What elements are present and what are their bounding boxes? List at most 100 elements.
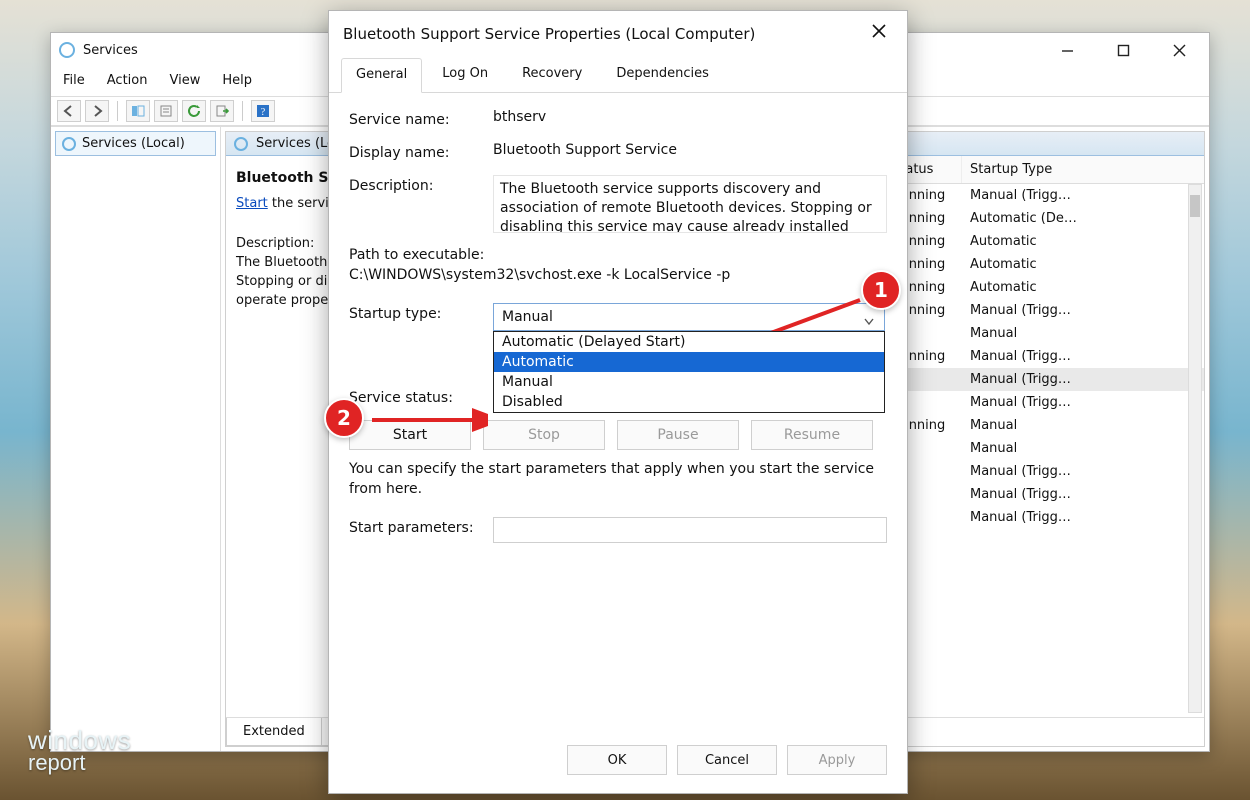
- menu-action[interactable]: Action: [105, 71, 150, 90]
- app-icon: [59, 42, 75, 58]
- tab-logon[interactable]: Log On: [428, 58, 502, 93]
- startup-type-selected: Manual: [502, 309, 553, 325]
- close-button[interactable]: [1165, 36, 1193, 64]
- gear-icon: [234, 137, 248, 151]
- table-row[interactable]: …RunningManual (Trigg…: [866, 345, 1204, 368]
- back-button[interactable]: [57, 100, 81, 122]
- table-row[interactable]: …RunningAutomatic: [866, 230, 1204, 253]
- menu-help[interactable]: Help: [220, 71, 254, 90]
- startup-option[interactable]: Disabled: [494, 392, 884, 412]
- tab-recovery[interactable]: Recovery: [508, 58, 596, 93]
- refresh-button[interactable]: [182, 100, 206, 122]
- ok-button[interactable]: OK: [567, 745, 667, 775]
- stop-button[interactable]: Stop: [483, 420, 605, 450]
- cell-startup: Manual (Trigg…: [962, 368, 1204, 391]
- cell-startup: Automatic: [962, 276, 1204, 299]
- help-button[interactable]: ?: [251, 100, 275, 122]
- cell-startup: Manual (Trigg…: [962, 299, 1204, 322]
- table-row[interactable]: …Manual (Trigg…: [866, 391, 1204, 414]
- properties-dialog: Bluetooth Support Service Properties (Lo…: [328, 10, 908, 794]
- chevron-down-icon: [864, 314, 874, 330]
- show-hide-tree-button[interactable]: [126, 100, 150, 122]
- nav-tree: Services (Local): [51, 127, 221, 751]
- table-row[interactable]: …Manual: [866, 437, 1204, 460]
- label-description: Description:: [349, 175, 477, 194]
- startup-option[interactable]: Automatic (Delayed Start): [494, 332, 884, 352]
- apply-button[interactable]: Apply: [787, 745, 887, 775]
- watermark: windows report: [28, 725, 131, 776]
- maximize-button[interactable]: [1109, 36, 1137, 64]
- cell-startup: Manual: [962, 437, 1204, 460]
- table-row[interactable]: …RunningAutomatic: [866, 253, 1204, 276]
- cell-startup: Manual (Trigg…: [962, 345, 1204, 368]
- pause-button[interactable]: Pause: [617, 420, 739, 450]
- cell-startup: Automatic (De…: [962, 207, 1204, 230]
- properties-button[interactable]: [154, 100, 178, 122]
- start-params-input[interactable]: [493, 517, 887, 543]
- cell-startup: Manual (Trigg…: [962, 184, 1204, 207]
- forward-button[interactable]: [85, 100, 109, 122]
- dialog-close-button[interactable]: [871, 23, 893, 45]
- minimize-button[interactable]: [1053, 36, 1081, 64]
- table-row[interactable]: …Manual: [866, 322, 1204, 345]
- cell-startup: Manual (Trigg…: [962, 483, 1204, 506]
- tab-general[interactable]: General: [341, 58, 422, 93]
- start-link[interactable]: Start: [236, 196, 268, 211]
- window-controls: [1053, 36, 1201, 64]
- svg-text:?: ?: [261, 107, 266, 118]
- dialog-title: Bluetooth Support Service Properties (Lo…: [343, 25, 871, 43]
- scrollbar[interactable]: [1188, 184, 1202, 713]
- table-row[interactable]: …Manual (Trigg…: [866, 483, 1204, 506]
- menu-file[interactable]: File: [61, 71, 87, 90]
- label-start-params: Start parameters:: [349, 517, 477, 536]
- dialog-tabs: General Log On Recovery Dependencies: [329, 57, 907, 93]
- label-service-status: Service status:: [349, 387, 477, 406]
- tab-extended[interactable]: Extended: [226, 718, 322, 746]
- cell-startup: Manual (Trigg…: [962, 506, 1204, 529]
- cell-startup: Manual: [962, 322, 1204, 345]
- table-row[interactable]: …RunningManual (Trigg…: [866, 184, 1204, 207]
- start-params-hint: You can specify the start parameters tha…: [349, 460, 887, 499]
- gear-icon: [62, 137, 76, 151]
- label-display-name: Display name:: [349, 142, 477, 161]
- callout-badge-2: 2: [324, 398, 364, 438]
- cancel-button[interactable]: Cancel: [677, 745, 777, 775]
- table-row[interactable]: …Manual (Trigg…: [866, 368, 1204, 391]
- dialog-buttons: OK Cancel Apply: [329, 731, 907, 793]
- table-row[interactable]: …RunningManual: [866, 414, 1204, 437]
- nav-item-services-local[interactable]: Services (Local): [55, 131, 216, 156]
- export-list-button[interactable]: [210, 100, 234, 122]
- startup-option[interactable]: Manual: [494, 372, 884, 392]
- services-table: … Status Startup Type …RunningManual (Tr…: [866, 156, 1204, 717]
- cell-startup: Automatic: [962, 230, 1204, 253]
- table-row[interactable]: …RunningManual (Trigg…: [866, 299, 1204, 322]
- label-service-name: Service name:: [349, 109, 477, 128]
- table-row[interactable]: …RunningAutomatic (De…: [866, 207, 1204, 230]
- startup-type-combobox[interactable]: Manual: [493, 303, 885, 331]
- value-path: C:\WINDOWS\system32\svchost.exe -k Local…: [349, 267, 887, 283]
- table-row[interactable]: …Manual (Trigg…: [866, 506, 1204, 529]
- dialog-titlebar: Bluetooth Support Service Properties (Lo…: [329, 11, 907, 57]
- tab-panel-general: Service name: bthserv Display name: Blue…: [329, 93, 907, 731]
- resume-button[interactable]: Resume: [751, 420, 873, 450]
- table-row[interactable]: …RunningAutomatic: [866, 276, 1204, 299]
- table-row[interactable]: …Manual (Trigg…: [866, 460, 1204, 483]
- tab-dependencies[interactable]: Dependencies: [602, 58, 723, 93]
- nav-item-label: Services (Local): [82, 136, 185, 151]
- value-display-name: Bluetooth Support Service: [493, 142, 887, 158]
- value-description: The Bluetooth service supports discovery…: [493, 175, 887, 233]
- col-startup[interactable]: Startup Type: [962, 156, 1204, 183]
- value-service-name: bthserv: [493, 109, 887, 125]
- cell-startup: Automatic: [962, 253, 1204, 276]
- startup-option[interactable]: Automatic: [494, 352, 884, 372]
- cell-startup: Manual: [962, 414, 1204, 437]
- callout-badge-1: 1: [861, 270, 901, 310]
- menu-view[interactable]: View: [167, 71, 202, 90]
- label-path: Path to executable:: [349, 247, 887, 263]
- startup-type-dropdown: Automatic (Delayed Start)AutomaticManual…: [493, 331, 885, 413]
- cell-startup: Manual (Trigg…: [962, 391, 1204, 414]
- label-startup-type: Startup type:: [349, 303, 477, 322]
- start-button[interactable]: Start: [349, 420, 471, 450]
- scrollbar-thumb[interactable]: [1190, 195, 1200, 217]
- toolbar-separator: [242, 101, 243, 121]
